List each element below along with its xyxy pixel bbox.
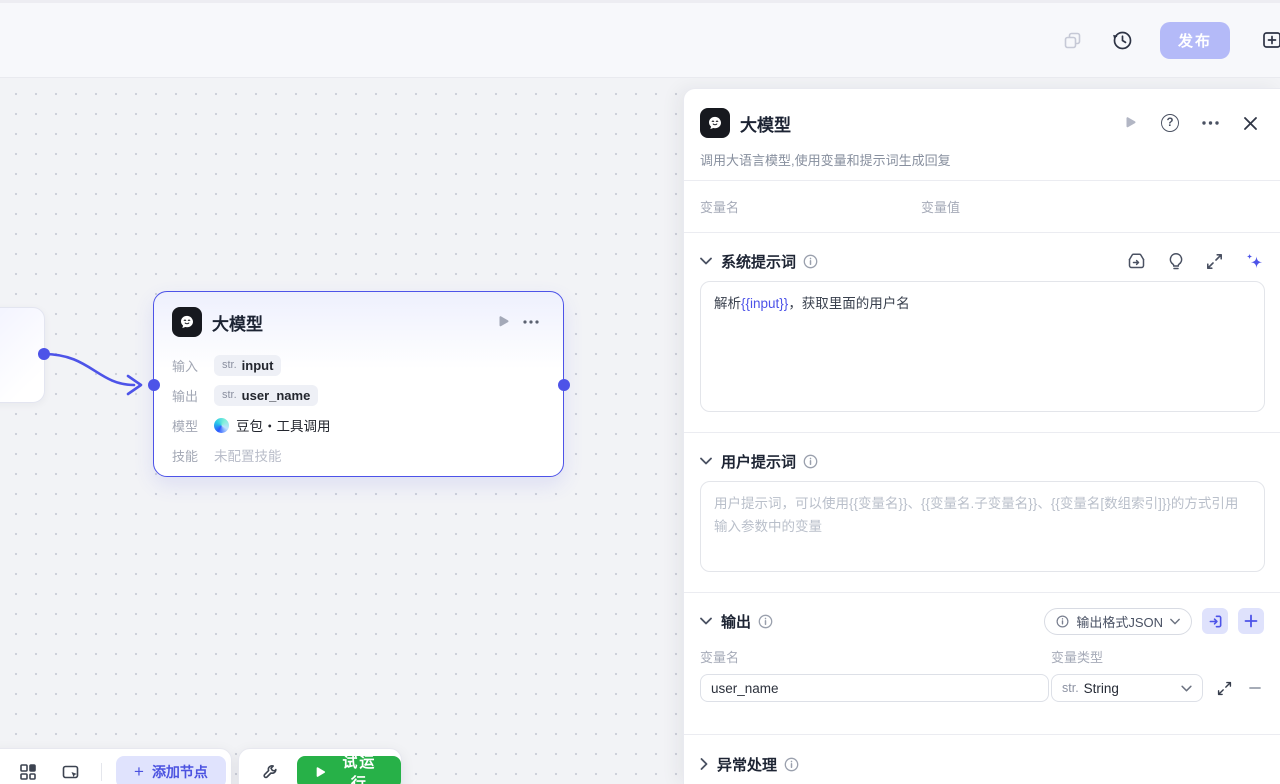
chevron-down-icon[interactable] bbox=[700, 617, 712, 625]
node-config-panel: 大模型 ? 调用大语言模型,使用变量和提示词生成回复 变量名 变量值 系统提示词… bbox=[683, 88, 1280, 784]
input-variable-name: input bbox=[241, 357, 274, 373]
history-icon[interactable] bbox=[1104, 22, 1140, 58]
node-input-row: 输入 str. input bbox=[172, 350, 545, 380]
node-input-port[interactable] bbox=[148, 379, 160, 391]
type-badge: str. bbox=[1062, 681, 1079, 695]
remove-row-icon[interactable] bbox=[1248, 681, 1262, 695]
output-type-column: 变量类型 bbox=[1051, 650, 1104, 665]
toolbar-divider bbox=[101, 763, 102, 781]
output-name-column: 变量名 bbox=[700, 650, 740, 665]
chevron-down-icon bbox=[1181, 685, 1192, 691]
node-run-icon[interactable] bbox=[489, 308, 517, 336]
output-format-dropdown[interactable]: 输出格式JSON bbox=[1044, 607, 1192, 635]
node-model-row: 模型 豆包・工具调用 bbox=[172, 410, 545, 440]
publish-button[interactable]: 发布 bbox=[1160, 21, 1230, 59]
expand-icon[interactable] bbox=[1206, 253, 1223, 270]
input-label: 输入 bbox=[172, 358, 199, 374]
node-title: 大模型 bbox=[212, 314, 263, 334]
batch-edit-button[interactable] bbox=[1202, 608, 1228, 634]
system-prompt-input[interactable]: 解析{{input}}，获取里面的用户名 bbox=[700, 281, 1265, 412]
close-icon[interactable] bbox=[1236, 109, 1264, 137]
output-type-badge: str. bbox=[222, 389, 237, 401]
doubao-model-icon bbox=[214, 417, 229, 433]
llm-panel-icon bbox=[700, 108, 730, 138]
wrench-icon[interactable] bbox=[255, 755, 287, 784]
user-prompt-input[interactable] bbox=[700, 481, 1265, 572]
output-title: 输出 bbox=[721, 613, 752, 631]
input-type-badge: str. bbox=[222, 359, 237, 371]
chevron-down-icon[interactable] bbox=[700, 457, 712, 465]
info-icon[interactable] bbox=[758, 614, 773, 629]
top-bar: 发布 bbox=[0, 0, 1280, 78]
save-template-icon[interactable] bbox=[1254, 22, 1280, 58]
ai-optimize-icon[interactable] bbox=[1245, 252, 1264, 271]
info-icon bbox=[1056, 615, 1069, 627]
chevron-down-icon[interactable] bbox=[700, 257, 712, 265]
output-section: 输出 输出格式JSON 变量名 变量类型 user_name str. Stri… bbox=[684, 593, 1280, 735]
test-run-button[interactable]: 试运行 bbox=[296, 754, 401, 784]
output-variable-name: user_name bbox=[241, 387, 311, 403]
llm-node-icon bbox=[172, 307, 202, 337]
chevron-down-icon bbox=[1170, 618, 1180, 624]
workflow-canvas[interactable]: 大模型 输入 str. input 输出 str. user_name 模型 豆… bbox=[0, 78, 683, 784]
panel-run-icon[interactable] bbox=[1116, 109, 1144, 137]
var-name-column: 变量名 bbox=[700, 200, 740, 215]
node-more-icon[interactable] bbox=[517, 308, 545, 336]
canvas-toolbar: + 添加节点 bbox=[0, 748, 232, 784]
prompt-variable-token: {{input}} bbox=[741, 296, 789, 311]
system-prompt-section: 系统提示词 解析{{input}}，获取里面的用户名 bbox=[684, 233, 1280, 433]
node-skill-row: 技能 未配置技能 bbox=[172, 440, 545, 470]
input-variables-header: 变量名 变量值 bbox=[684, 181, 1280, 233]
output-type-select[interactable]: str. String bbox=[1051, 674, 1203, 702]
system-prompt-title: 系统提示词 bbox=[721, 253, 797, 271]
input-variable-pill: str. input bbox=[214, 354, 282, 376]
chevron-right-icon[interactable] bbox=[700, 758, 708, 770]
panel-title: 大模型 bbox=[740, 115, 791, 135]
help-icon[interactable]: ? bbox=[1156, 109, 1184, 137]
play-icon bbox=[316, 766, 325, 777]
plus-icon: + bbox=[134, 762, 144, 781]
type-value: String bbox=[1083, 680, 1119, 696]
model-name: 豆包・工具调用 bbox=[236, 419, 331, 434]
node-output-port[interactable] bbox=[558, 379, 570, 391]
info-icon[interactable] bbox=[784, 757, 799, 772]
prompt-text: 解析 bbox=[714, 296, 741, 311]
output-label: 输出 bbox=[172, 388, 199, 404]
prompt-library-icon[interactable] bbox=[1127, 252, 1146, 270]
llm-node[interactable]: 大模型 输入 str. input 输出 str. user_name 模型 豆… bbox=[153, 291, 564, 477]
source-port[interactable] bbox=[38, 348, 50, 360]
user-prompt-section: 用户提示词 bbox=[684, 433, 1280, 593]
layout-grid-icon[interactable] bbox=[11, 755, 45, 784]
user-prompt-title: 用户提示词 bbox=[721, 453, 797, 471]
panel-header: 大模型 ? 调用大语言模型,使用变量和提示词生成回复 bbox=[684, 89, 1280, 181]
lightbulb-icon[interactable] bbox=[1168, 252, 1184, 271]
info-icon[interactable] bbox=[803, 454, 818, 469]
info-icon[interactable] bbox=[803, 254, 818, 269]
output-variable-pill: str. user_name bbox=[214, 384, 319, 406]
skill-value: 未配置技能 bbox=[214, 449, 282, 464]
add-node-button[interactable]: + 添加节点 bbox=[116, 756, 226, 784]
exception-section: 异常处理 bbox=[684, 735, 1280, 784]
node-output-row: 输出 str. user_name bbox=[172, 380, 545, 410]
model-label: 模型 bbox=[172, 418, 199, 434]
workflow-editor: 发布 大模型 输入 str. input 输出 str. user_name 模… bbox=[0, 0, 1280, 784]
output-variable-row: str. String bbox=[700, 674, 1264, 702]
skill-label: 技能 bbox=[172, 448, 199, 464]
panel-more-icon[interactable] bbox=[1196, 109, 1224, 137]
select-area-icon[interactable] bbox=[53, 755, 87, 784]
run-toolbar: 试运行 bbox=[238, 748, 402, 784]
prompt-text-suffix: ，获取里面的用户名 bbox=[788, 296, 910, 311]
panel-subtitle: 调用大语言模型,使用变量和提示词生成回复 bbox=[700, 153, 951, 168]
duplicate-icon[interactable] bbox=[1054, 22, 1090, 58]
var-value-column: 变量值 bbox=[921, 200, 961, 215]
add-output-button[interactable] bbox=[1238, 608, 1264, 634]
exception-title: 异常处理 bbox=[717, 756, 778, 774]
output-variable-name-input[interactable] bbox=[700, 674, 1049, 702]
expand-row-icon[interactable] bbox=[1217, 681, 1232, 696]
